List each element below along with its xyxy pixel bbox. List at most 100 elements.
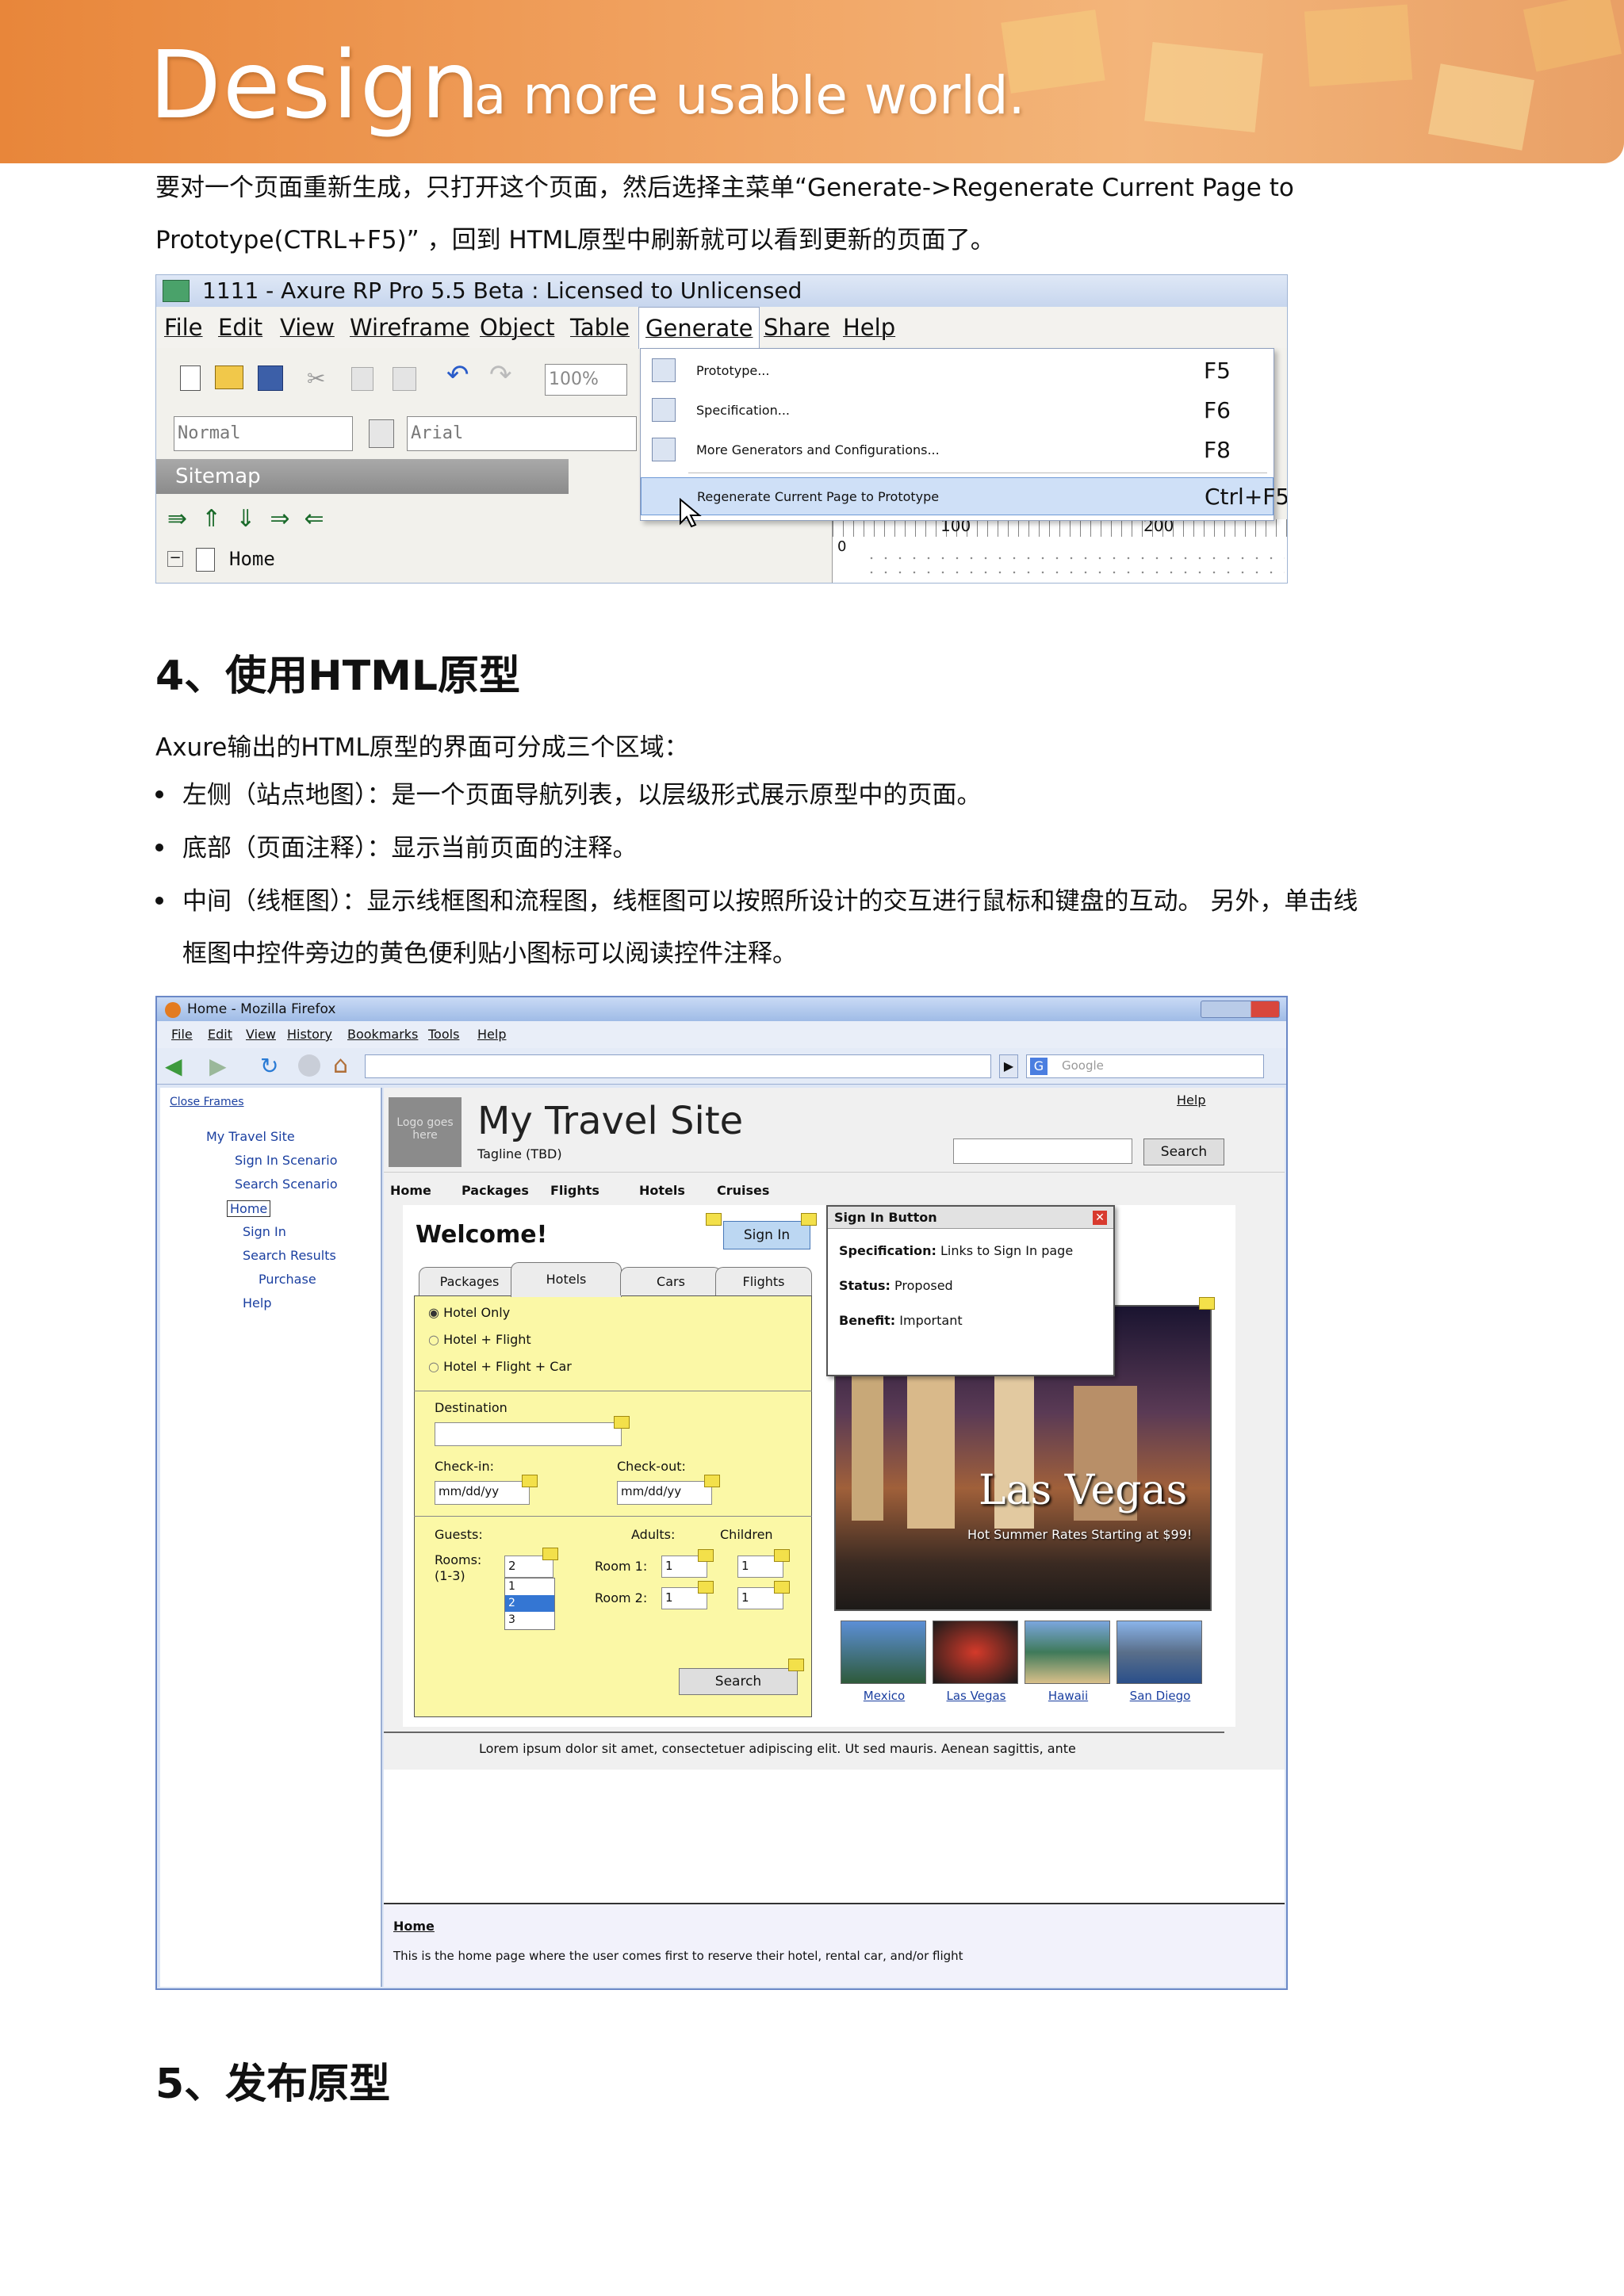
forward-icon[interactable]: ▶ xyxy=(209,1053,227,1079)
sticky-note-icon[interactable] xyxy=(774,1581,790,1594)
sticky-note-icon[interactable] xyxy=(774,1549,790,1562)
tree-item-my-travel-site[interactable]: My Travel Site xyxy=(206,1129,295,1144)
tab-packages[interactable]: Packages xyxy=(419,1267,520,1295)
font-select[interactable]: Arial xyxy=(407,416,637,451)
tree-item-sign-in[interactable]: Sign In xyxy=(243,1224,286,1239)
menu-help[interactable]: Help xyxy=(843,307,895,348)
ff-menu-help[interactable]: Help xyxy=(477,1021,506,1048)
menu-view[interactable]: View xyxy=(280,307,335,348)
reload-icon[interactable]: ↻ xyxy=(260,1053,278,1079)
ff-menu-history[interactable]: History xyxy=(287,1021,332,1048)
menu-item-regenerate[interactable]: Regenerate Current Page to Prototype Ctrl… xyxy=(641,477,1287,515)
rooms-option[interactable]: 1 xyxy=(505,1578,554,1595)
tree-item-help[interactable]: Help xyxy=(243,1295,271,1311)
menu-share[interactable]: Share xyxy=(764,307,830,348)
sticky-note-icon[interactable] xyxy=(542,1548,558,1560)
nav-cruises[interactable]: Cruises xyxy=(717,1183,769,1198)
save-icon[interactable] xyxy=(258,365,283,391)
help-link[interactable]: Help xyxy=(1177,1093,1205,1108)
tree-home[interactable]: Home xyxy=(229,548,275,570)
menu-generate[interactable]: Generate xyxy=(638,307,760,349)
site-search-input[interactable] xyxy=(953,1138,1132,1164)
go-icon[interactable]: ▶ xyxy=(999,1054,1018,1078)
popup-status: Status: Proposed xyxy=(839,1278,953,1293)
thumb-mexico[interactable] xyxy=(841,1621,926,1684)
rooms-option-selected[interactable]: 2 xyxy=(505,1595,554,1612)
menu-item-more-generators[interactable]: More Generators and Configurations... F8 xyxy=(641,431,1274,469)
sticky-note-icon[interactable] xyxy=(706,1213,722,1226)
menu-edit[interactable]: Edit xyxy=(218,307,262,348)
firefox-menubar: File Edit View History Bookmarks Tools H… xyxy=(157,1021,1286,1048)
tab-cars[interactable]: Cars xyxy=(620,1267,722,1295)
paste-icon[interactable] xyxy=(393,367,416,391)
tree-item-sign-in-scenario[interactable]: Sign In Scenario xyxy=(235,1153,337,1168)
option-hotel-only[interactable]: ◉ Hotel Only xyxy=(428,1305,510,1320)
destination-input[interactable] xyxy=(435,1422,622,1446)
thumb-san-diego[interactable] xyxy=(1116,1621,1202,1684)
thumb-label-san-diego[interactable]: San Diego xyxy=(1113,1689,1207,1703)
copy-icon[interactable] xyxy=(351,367,373,391)
tree-item-search-results[interactable]: Search Results xyxy=(243,1248,336,1263)
menu-item-prototype[interactable]: Prototype... F5 xyxy=(641,352,1274,390)
nav-flights[interactable]: Flights xyxy=(550,1183,599,1198)
open-folder-icon[interactable] xyxy=(215,365,243,389)
menu-table[interactable]: Table xyxy=(570,307,630,348)
home-icon[interactable]: ⌂ xyxy=(333,1051,348,1079)
search-box[interactable]: G Google xyxy=(1026,1054,1264,1078)
close-frames-link[interactable]: Close Frames xyxy=(170,1096,244,1108)
cut-icon[interactable]: ✂ xyxy=(307,365,329,392)
thumb-hawaii[interactable] xyxy=(1025,1621,1110,1684)
ff-menu-view[interactable]: View xyxy=(246,1021,276,1048)
thumb-las-vegas[interactable] xyxy=(933,1621,1018,1684)
checkin-input[interactable]: mm/dd/yy xyxy=(435,1481,530,1505)
tree-item-search-scenario[interactable]: Search Scenario xyxy=(235,1177,338,1192)
form-search-button[interactable]: Search xyxy=(679,1668,798,1695)
new-file-icon[interactable] xyxy=(180,365,201,391)
style-select[interactable]: Normal xyxy=(174,416,353,451)
sticky-note-icon[interactable] xyxy=(801,1213,817,1226)
menu-wireframe[interactable]: Wireframe xyxy=(350,307,469,348)
tree-item-purchase[interactable]: Purchase xyxy=(259,1272,316,1287)
tree-item-home[interactable]: Home xyxy=(227,1200,271,1217)
nav-home[interactable]: Home xyxy=(390,1183,431,1198)
stop-icon[interactable] xyxy=(298,1054,320,1077)
thumb-label-mexico[interactable]: Mexico xyxy=(837,1689,931,1703)
option-hotel-flight-car[interactable]: ○ Hotel + Flight + Car xyxy=(428,1359,572,1374)
menu-item-specification[interactable]: Specification... F6 xyxy=(641,392,1274,430)
sticky-note-icon[interactable] xyxy=(522,1475,538,1487)
back-icon[interactable]: ◀ xyxy=(165,1053,182,1079)
rooms-range: (1-3) xyxy=(435,1568,465,1583)
thumb-label-las-vegas[interactable]: Las Vegas xyxy=(929,1689,1023,1703)
menu-file[interactable]: File xyxy=(164,307,203,348)
rooms-option[interactable]: 3 xyxy=(505,1612,554,1628)
tree-collapse-icon[interactable]: − xyxy=(167,551,183,567)
menu-object[interactable]: Object xyxy=(480,307,554,348)
window-controls[interactable] xyxy=(1201,1001,1280,1018)
sticky-note-icon[interactable] xyxy=(788,1659,804,1671)
option-hotel-flight[interactable]: ○ Hotel + Flight xyxy=(428,1332,531,1347)
thumb-label-hawaii[interactable]: Hawaii xyxy=(1021,1689,1115,1703)
nav-hotels[interactable]: Hotels xyxy=(639,1183,685,1198)
ff-menu-bookmarks[interactable]: Bookmarks xyxy=(347,1021,418,1048)
ff-menu-file[interactable]: File xyxy=(171,1021,193,1048)
site-search-button[interactable]: Search xyxy=(1143,1138,1224,1165)
sticky-note-icon[interactable] xyxy=(698,1581,714,1594)
undo-icon[interactable]: ↶ xyxy=(446,359,469,391)
sticky-note-icon[interactable] xyxy=(614,1416,630,1429)
ff-menu-edit[interactable]: Edit xyxy=(208,1021,232,1048)
redo-icon[interactable]: ↷ xyxy=(489,359,512,391)
close-icon[interactable]: ✕ xyxy=(1093,1211,1107,1225)
sign-in-button[interactable]: Sign In xyxy=(723,1221,810,1249)
sitemap-toolbar-icons[interactable]: ⇛⇑⇓⇒⇐ xyxy=(167,505,339,533)
sticky-note-icon[interactable] xyxy=(698,1549,714,1562)
checkout-input[interactable]: mm/dd/yy xyxy=(617,1481,712,1505)
sticky-note-icon[interactable] xyxy=(704,1475,720,1487)
sticky-note-icon[interactable] xyxy=(1199,1297,1215,1310)
style-editor-icon[interactable] xyxy=(369,419,394,448)
tab-hotels[interactable]: Hotels xyxy=(511,1262,622,1297)
url-bar[interactable] xyxy=(365,1054,991,1078)
ff-menu-tools[interactable]: Tools xyxy=(428,1021,459,1048)
nav-packages[interactable]: Packages xyxy=(462,1183,529,1198)
zoom-select[interactable]: 100% xyxy=(545,364,627,396)
tab-flights[interactable]: Flights xyxy=(715,1267,812,1295)
